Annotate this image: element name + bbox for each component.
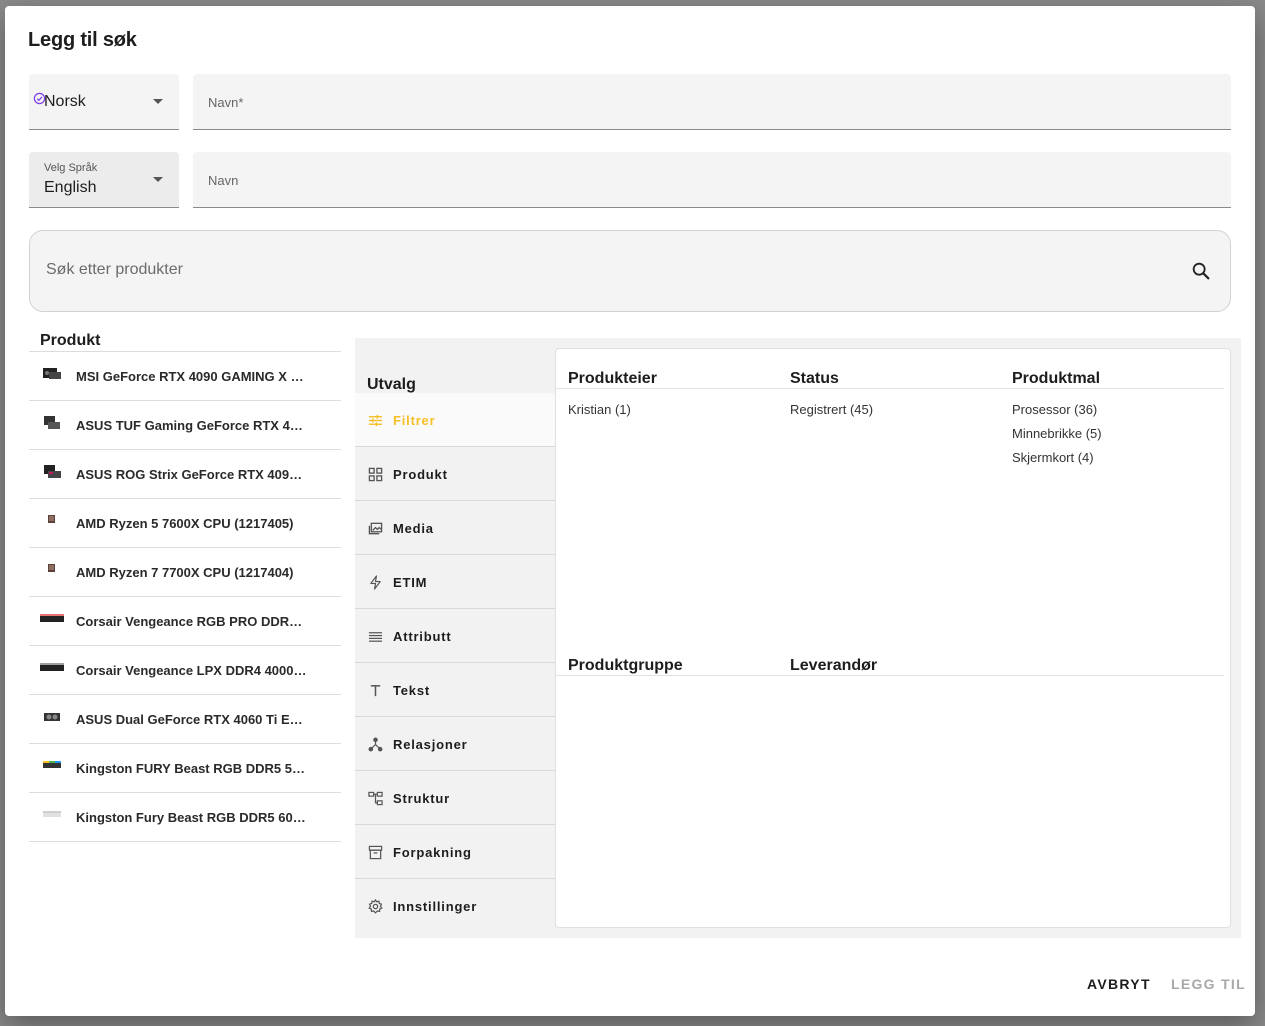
ram-thumbnail-icon: [40, 663, 64, 671]
filter-group-title-leverandor: Leverandør: [790, 657, 878, 674]
dialog-title: Legg til søk: [28, 29, 137, 51]
nav-item-tekst[interactable]: Tekst: [355, 663, 555, 717]
cpu-thumbnail-icon: [48, 564, 55, 572]
nav-label: Struktur: [393, 791, 450, 806]
filter-option[interactable]: Skjermkort (4): [1012, 450, 1102, 474]
product-item[interactable]: Kingston Fury Beast RGB DDR5 6000MHz: [29, 793, 341, 842]
filter-options-produktmal: Prosessor (36) Minnebrikke (5) Skjermkor…: [1012, 402, 1102, 474]
product-item[interactable]: Kingston FURY Beast RGB DDR5 5600MHz: [29, 744, 341, 793]
nav-item-produkt[interactable]: Produkt: [355, 447, 555, 501]
filter-group-title-status: Status: [790, 370, 839, 387]
product-item[interactable]: AMD Ryzen 5 7600X CPU (1217405): [29, 499, 341, 548]
nav-item-media[interactable]: Media: [355, 501, 555, 555]
nav-item-attributt[interactable]: Attributt: [355, 609, 555, 663]
chevron-down-icon: [153, 99, 163, 104]
gear-icon: [368, 899, 383, 914]
product-list-header: Produkt: [40, 332, 101, 349]
selection-header: Utvalg: [367, 376, 416, 393]
nav-label: Attributt: [393, 629, 452, 644]
product-name: Kingston Fury Beast RGB DDR5 6000MHz: [76, 810, 308, 825]
text-icon: [370, 685, 381, 697]
product-item[interactable]: Corsair Vengeance RGB PRO DDR4 3600: [29, 597, 341, 646]
divider: [556, 388, 1224, 389]
ram-thumbnail-icon: [40, 614, 64, 622]
gpu-thumbnail-icon: [43, 368, 61, 379]
product-item[interactable]: ASUS Dual GeForce RTX 4060 Ti EVO OC: [29, 695, 341, 744]
filter-options-status: Registrert (45): [790, 402, 873, 426]
product-item[interactable]: Corsair Vengeance LPX DDR4 4000MHz: [29, 646, 341, 695]
cancel-button[interactable]: AVBRYT: [1087, 976, 1151, 992]
nav-label: Forpakning: [393, 845, 472, 860]
nav-label: Filtrer: [393, 413, 436, 428]
nav-label: Produkt: [393, 467, 448, 482]
filter-group-title-produkteier: Produkteier: [568, 370, 657, 387]
nav-item-etim[interactable]: ETIM: [355, 555, 555, 609]
product-item[interactable]: AMD Ryzen 7 7700X CPU (1217404): [29, 548, 341, 597]
filter-option[interactable]: Minnebrikke (5): [1012, 426, 1102, 450]
nav-item-forpakning[interactable]: Forpakning: [355, 825, 555, 879]
primary-language-select[interactable]: Norsk: [29, 74, 179, 130]
gpu-thumbnail-icon: [44, 465, 61, 478]
name-field[interactable]: Navn: [193, 152, 1231, 208]
gpu-thumbnail-icon: [44, 416, 60, 429]
filter-group-title-produktmal: Produktmal: [1012, 370, 1101, 387]
product-name: ASUS ROG Strix GeForce RTX 4090 OC: [76, 467, 308, 482]
filter-option[interactable]: Registrert (45): [790, 402, 873, 426]
name-field-placeholder: Navn*: [208, 95, 244, 110]
relations-icon: [368, 737, 383, 752]
nav-label: ETIM: [393, 575, 428, 590]
nav-label: Tekst: [393, 683, 430, 698]
structure-icon: [368, 791, 383, 806]
ram-thumbnail-icon: [43, 811, 61, 817]
product-name: Corsair Vengeance RGB PRO DDR4 3600: [76, 614, 308, 629]
add-button[interactable]: LEGG TIL: [1171, 976, 1246, 992]
images-icon: [368, 522, 383, 535]
nav-label: Relasjoner: [393, 737, 468, 752]
bolt-icon: [370, 575, 381, 590]
primary-language-value: Norsk: [44, 93, 86, 110]
product-name: ASUS TUF Gaming GeForce RTX 4080 OC: [76, 418, 308, 433]
nav-item-innstillinger[interactable]: Innstillinger: [355, 879, 555, 933]
product-search-input[interactable]: Søk etter produkter: [29, 230, 1231, 312]
product-item[interactable]: ASUS ROG Strix GeForce RTX 4090 OC: [29, 450, 341, 499]
language-select-label: Velg Språk: [44, 162, 98, 174]
cpu-thumbnail-icon: [48, 515, 55, 523]
divider: [556, 675, 1224, 676]
filter-groups: Produkteier Status Produktmal Kristian (…: [555, 348, 1231, 928]
search-placeholder: Søk etter produkter: [46, 261, 183, 278]
grid-icon: [368, 467, 383, 482]
product-item[interactable]: MSI GeForce RTX 4090 GAMING X TRIO 24G: [29, 352, 341, 401]
package-icon: [368, 845, 383, 860]
lines-icon: [368, 632, 383, 642]
product-name: ASUS Dual GeForce RTX 4060 Ti EVO OC: [76, 712, 308, 727]
nav-item-struktur[interactable]: Struktur: [355, 771, 555, 825]
chevron-down-icon: [153, 177, 163, 182]
selection-panel: Utvalg Filtrer Produkt Media ETIM Attrib…: [355, 338, 1241, 938]
search-icon[interactable]: [1190, 260, 1212, 282]
product-name: MSI GeForce RTX 4090 GAMING X TRIO 24G: [76, 369, 308, 384]
product-item[interactable]: ASUS TUF Gaming GeForce RTX 4080 OC: [29, 401, 341, 450]
product-name: Kingston FURY Beast RGB DDR5 5600MHz: [76, 761, 308, 776]
secondary-language-value: English: [44, 179, 97, 196]
ram-thumbnail-icon: [43, 761, 61, 768]
filter-option[interactable]: Kristian (1): [568, 402, 631, 426]
filter-group-title-produktgruppe: Produktgruppe: [568, 657, 683, 674]
selection-nav: Filtrer Produkt Media ETIM Attributt Tek…: [355, 393, 555, 933]
nav-label: Innstillinger: [393, 899, 478, 914]
name-field-placeholder: Navn: [208, 173, 239, 188]
gpu-thumbnail-icon: [44, 713, 60, 721]
nav-item-relasjoner[interactable]: Relasjoner: [355, 717, 555, 771]
nav-label: Media: [393, 521, 434, 536]
filter-option[interactable]: Prosessor (36): [1012, 402, 1102, 426]
filter-options-produkteier: Kristian (1): [568, 402, 631, 426]
product-name: AMD Ryzen 7 7700X CPU (1217404): [76, 565, 294, 580]
nav-item-filtrer[interactable]: Filtrer: [355, 393, 555, 447]
sliders-icon: [368, 414, 383, 427]
product-name: AMD Ryzen 5 7600X CPU (1217405): [76, 516, 294, 531]
product-name: Corsair Vengeance LPX DDR4 4000MHz: [76, 663, 308, 678]
name-field-required[interactable]: Navn*: [193, 74, 1231, 130]
add-search-dialog: Legg til søk Norsk Navn* Velg Språk Engl…: [5, 6, 1255, 1016]
secondary-language-select[interactable]: Velg Språk English: [29, 152, 179, 208]
product-list: MSI GeForce RTX 4090 GAMING X TRIO 24G A…: [29, 351, 341, 842]
